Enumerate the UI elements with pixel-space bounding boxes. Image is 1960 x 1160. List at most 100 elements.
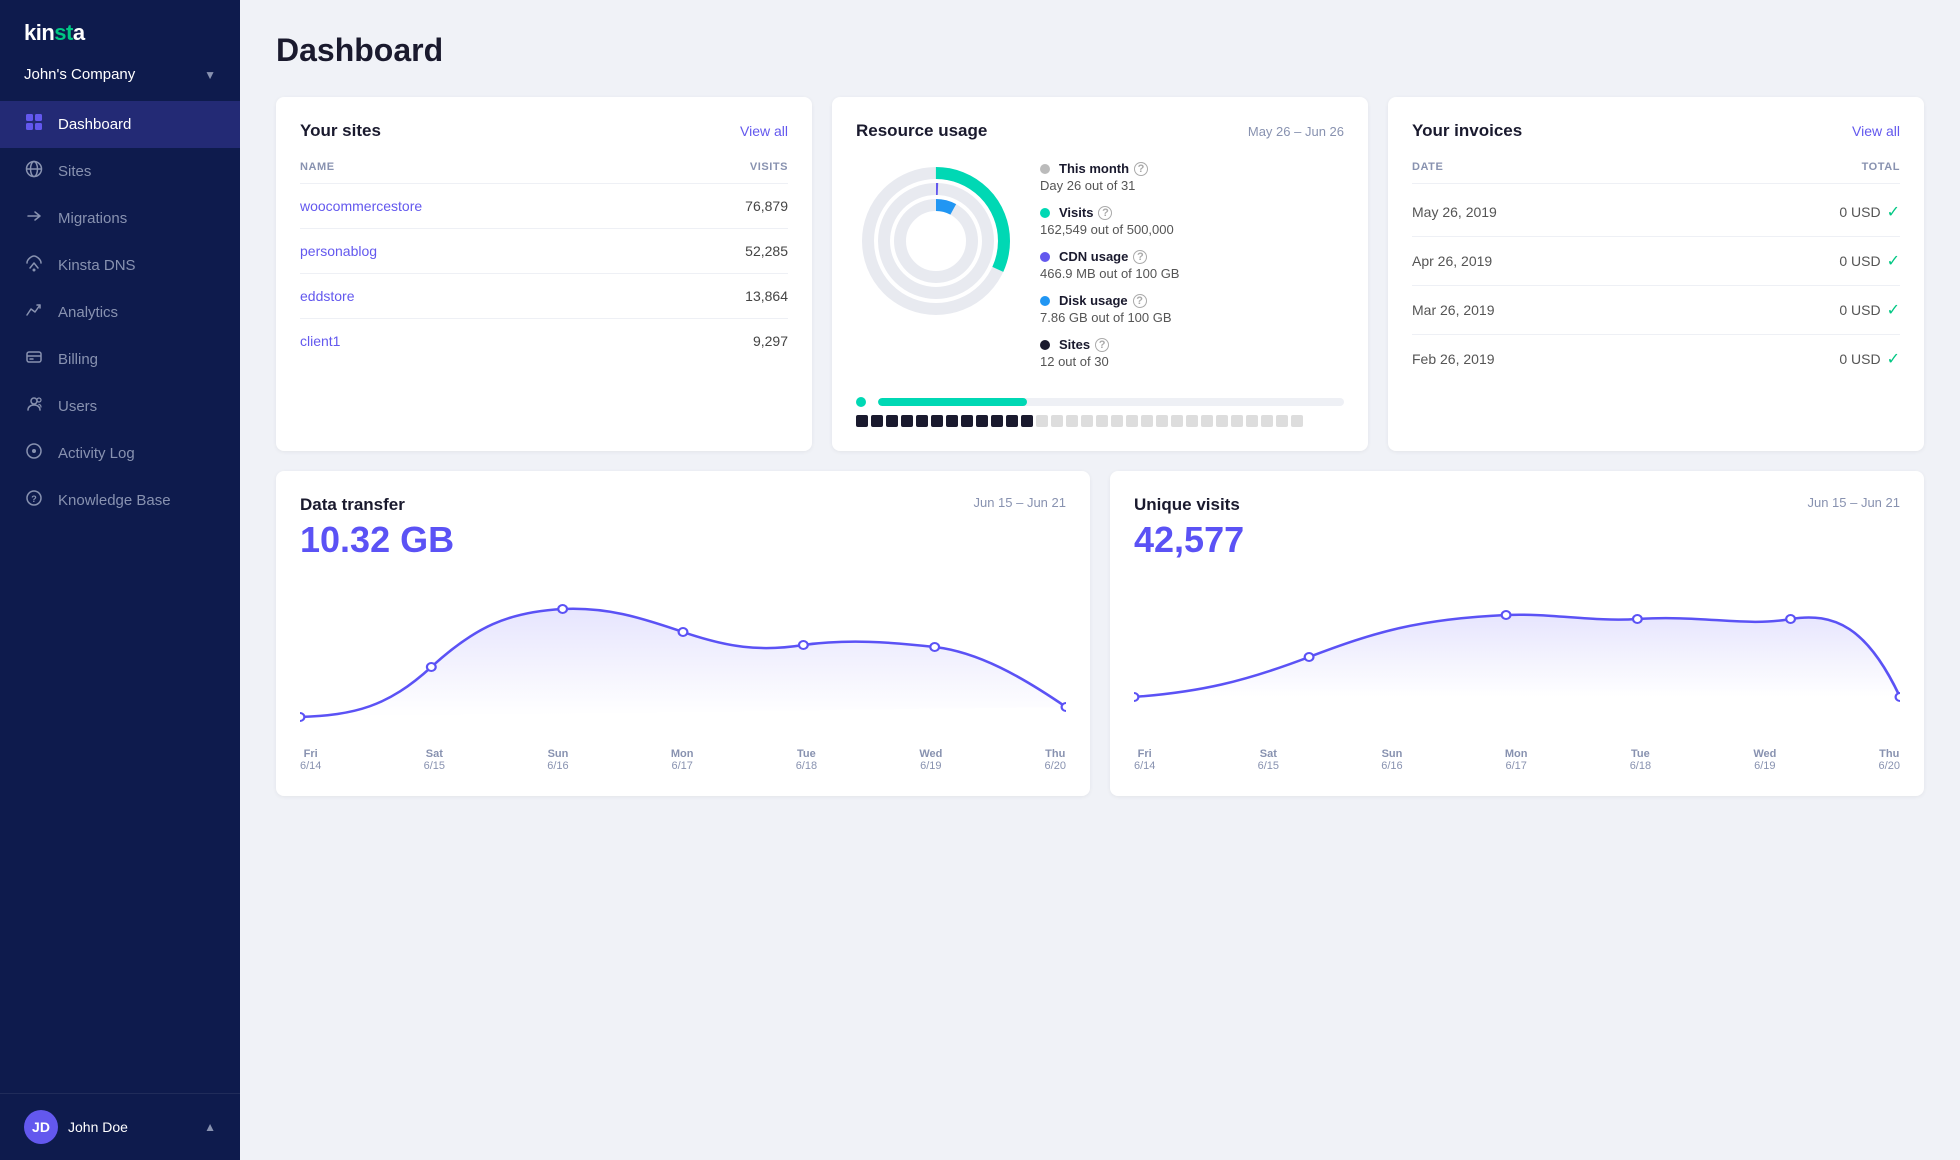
- site-dot: [976, 415, 988, 427]
- sites-value: 12 out of 30: [1040, 354, 1344, 369]
- invoice-amount: 0 USD ✓: [1839, 349, 1900, 369]
- sidebar-item-label: Sites: [58, 163, 91, 180]
- site-link[interactable]: personablog: [300, 243, 377, 259]
- sidebar-item-billing[interactable]: Billing: [0, 336, 240, 383]
- sidebar-item-label: Migrations: [58, 210, 127, 227]
- sidebar-item-migrations[interactable]: Migrations: [0, 195, 240, 242]
- site-dot: [946, 415, 958, 427]
- sidebar-item-knowledge-base[interactable]: ? Knowledge Base: [0, 477, 240, 524]
- unique-visits-value: 42,577: [1134, 519, 1900, 561]
- x-axis-label: Sun6/16: [547, 748, 568, 772]
- site-dot: [1246, 415, 1258, 427]
- site-dot: [1291, 415, 1303, 427]
- sidebar-item-users[interactable]: Users: [0, 383, 240, 430]
- invoice-amount: 0 USD ✓: [1839, 251, 1900, 271]
- sidebar-item-activity-log[interactable]: Activity Log: [0, 430, 240, 477]
- question-icon: ?: [1134, 162, 1148, 176]
- check-icon: ✓: [1887, 202, 1900, 222]
- site-dot: [1081, 415, 1093, 427]
- main-content: Dashboard Your sites View all NAME VISIT…: [240, 0, 1960, 1160]
- invoices-card-title: Your invoices: [1412, 121, 1522, 141]
- users-icon: [24, 395, 44, 418]
- inv-col-total: TOTAL: [1862, 161, 1900, 173]
- x-axis-label: Mon6/17: [1505, 748, 1528, 772]
- sidebar-item-label: Kinsta DNS: [58, 257, 136, 274]
- site-dot: [1006, 415, 1018, 427]
- site-dot: [1186, 415, 1198, 427]
- visits-dot: [1040, 208, 1050, 218]
- table-row: woocommercestore 76,879: [300, 184, 788, 229]
- nav-menu: Dashboard Sites Migrations: [0, 101, 240, 1093]
- chevron-down-icon: ▼: [204, 68, 216, 82]
- knowledge-base-icon: ?: [24, 489, 44, 512]
- invoice-date: May 26, 2019: [1412, 204, 1497, 220]
- resource-stats: This month ? Day 26 out of 31 Visits ? 1…: [1040, 161, 1344, 381]
- site-dot: [1276, 415, 1288, 427]
- avatar: JD: [24, 1110, 58, 1144]
- your-invoices-card: Your invoices View all DATE TOTAL May 26…: [1388, 97, 1924, 451]
- this-month-label: This month: [1059, 161, 1129, 176]
- invoices-view-all[interactable]: View all: [1852, 123, 1900, 139]
- x-axis-label: Tue6/18: [796, 748, 817, 772]
- page-title: Dashboard: [276, 32, 1924, 69]
- x-axis-label: Sat6/15: [1258, 748, 1279, 772]
- chevron-up-icon: ▲: [204, 1120, 216, 1134]
- cdn-dot: [1040, 252, 1050, 262]
- pb-teal-dot: [856, 397, 866, 407]
- question-icon-2: ?: [1098, 206, 1112, 220]
- data-transfer-title: Data transfer: [300, 495, 405, 515]
- sites-view-all[interactable]: View all: [740, 123, 788, 139]
- check-icon: ✓: [1887, 251, 1900, 271]
- data-transfer-x-axis: Fri6/14Sat6/15Sun6/16Mon6/17Tue6/18Wed6/…: [300, 742, 1066, 772]
- sidebar-item-label: Knowledge Base: [58, 492, 171, 509]
- company-switcher[interactable]: John's Company ▼: [0, 56, 240, 101]
- x-axis-label: Sat6/15: [424, 748, 445, 772]
- site-dot: [1201, 415, 1213, 427]
- site-link[interactable]: eddstore: [300, 288, 354, 304]
- sidebar-item-analytics[interactable]: Analytics: [0, 289, 240, 336]
- site-link[interactable]: woocommercestore: [300, 198, 422, 214]
- invoice-date: Mar 26, 2019: [1412, 302, 1495, 318]
- data-transfer-chart: [300, 577, 1066, 737]
- data-transfer-header: Data transfer Jun 15 – Jun 21: [300, 495, 1066, 515]
- list-item: May 26, 2019 0 USD ✓: [1412, 188, 1900, 237]
- user-menu[interactable]: JD John Doe ▲: [0, 1093, 240, 1160]
- x-axis-label: Sun6/16: [1381, 748, 1402, 772]
- sidebar-item-label: Analytics: [58, 304, 118, 321]
- sidebar-item-sites[interactable]: Sites: [0, 148, 240, 195]
- invoices-card-header: Your invoices View all: [1412, 121, 1900, 141]
- sidebar-item-kinsta-dns[interactable]: Kinsta DNS: [0, 242, 240, 289]
- sites-dots-row: [856, 415, 1344, 427]
- top-grid: Your sites View all NAME VISITS woocomme…: [276, 97, 1924, 451]
- x-axis-label: Fri6/14: [1134, 748, 1155, 772]
- site-link[interactable]: client1: [300, 333, 340, 349]
- site-dot: [1066, 415, 1078, 427]
- site-dot: [1126, 415, 1138, 427]
- cdn-label: CDN usage: [1059, 249, 1128, 264]
- data-transfer-date: Jun 15 – Jun 21: [973, 495, 1066, 510]
- sidebar-item-label: Users: [58, 398, 97, 415]
- unique-visits-date: Jun 15 – Jun 21: [1807, 495, 1900, 510]
- question-icon-4: ?: [1133, 294, 1147, 308]
- unique-visits-card: Unique visits Jun 15 – Jun 21 42,577: [1110, 471, 1924, 796]
- invoice-date: Feb 26, 2019: [1412, 351, 1495, 367]
- sidebar-item-label: Activity Log: [58, 445, 135, 462]
- x-axis-label: Mon6/17: [671, 748, 694, 772]
- list-item: Feb 26, 2019 0 USD ✓: [1412, 335, 1900, 383]
- disk-value: 7.86 GB out of 100 GB: [1040, 310, 1344, 325]
- site-dot: [1111, 415, 1123, 427]
- site-dot: [1141, 415, 1153, 427]
- x-axis-label: Fri6/14: [300, 748, 321, 772]
- site-dot: [961, 415, 973, 427]
- site-dot: [856, 415, 868, 427]
- your-sites-card: Your sites View all NAME VISITS woocomme…: [276, 97, 812, 451]
- site-visits: 52,285: [661, 229, 788, 274]
- invoices-list: May 26, 2019 0 USD ✓ Apr 26, 2019 0 USD …: [1412, 188, 1900, 383]
- resource-card-title: Resource usage: [856, 121, 987, 141]
- sidebar: kinsta John's Company ▼ Dashboard: [0, 0, 240, 1160]
- day-label: Day 26 out of 31: [1040, 178, 1344, 193]
- sidebar-item-dashboard[interactable]: Dashboard: [0, 101, 240, 148]
- migrations-icon: [24, 207, 44, 230]
- sidebar-item-label: Billing: [58, 351, 98, 368]
- invoice-date: Apr 26, 2019: [1412, 253, 1492, 269]
